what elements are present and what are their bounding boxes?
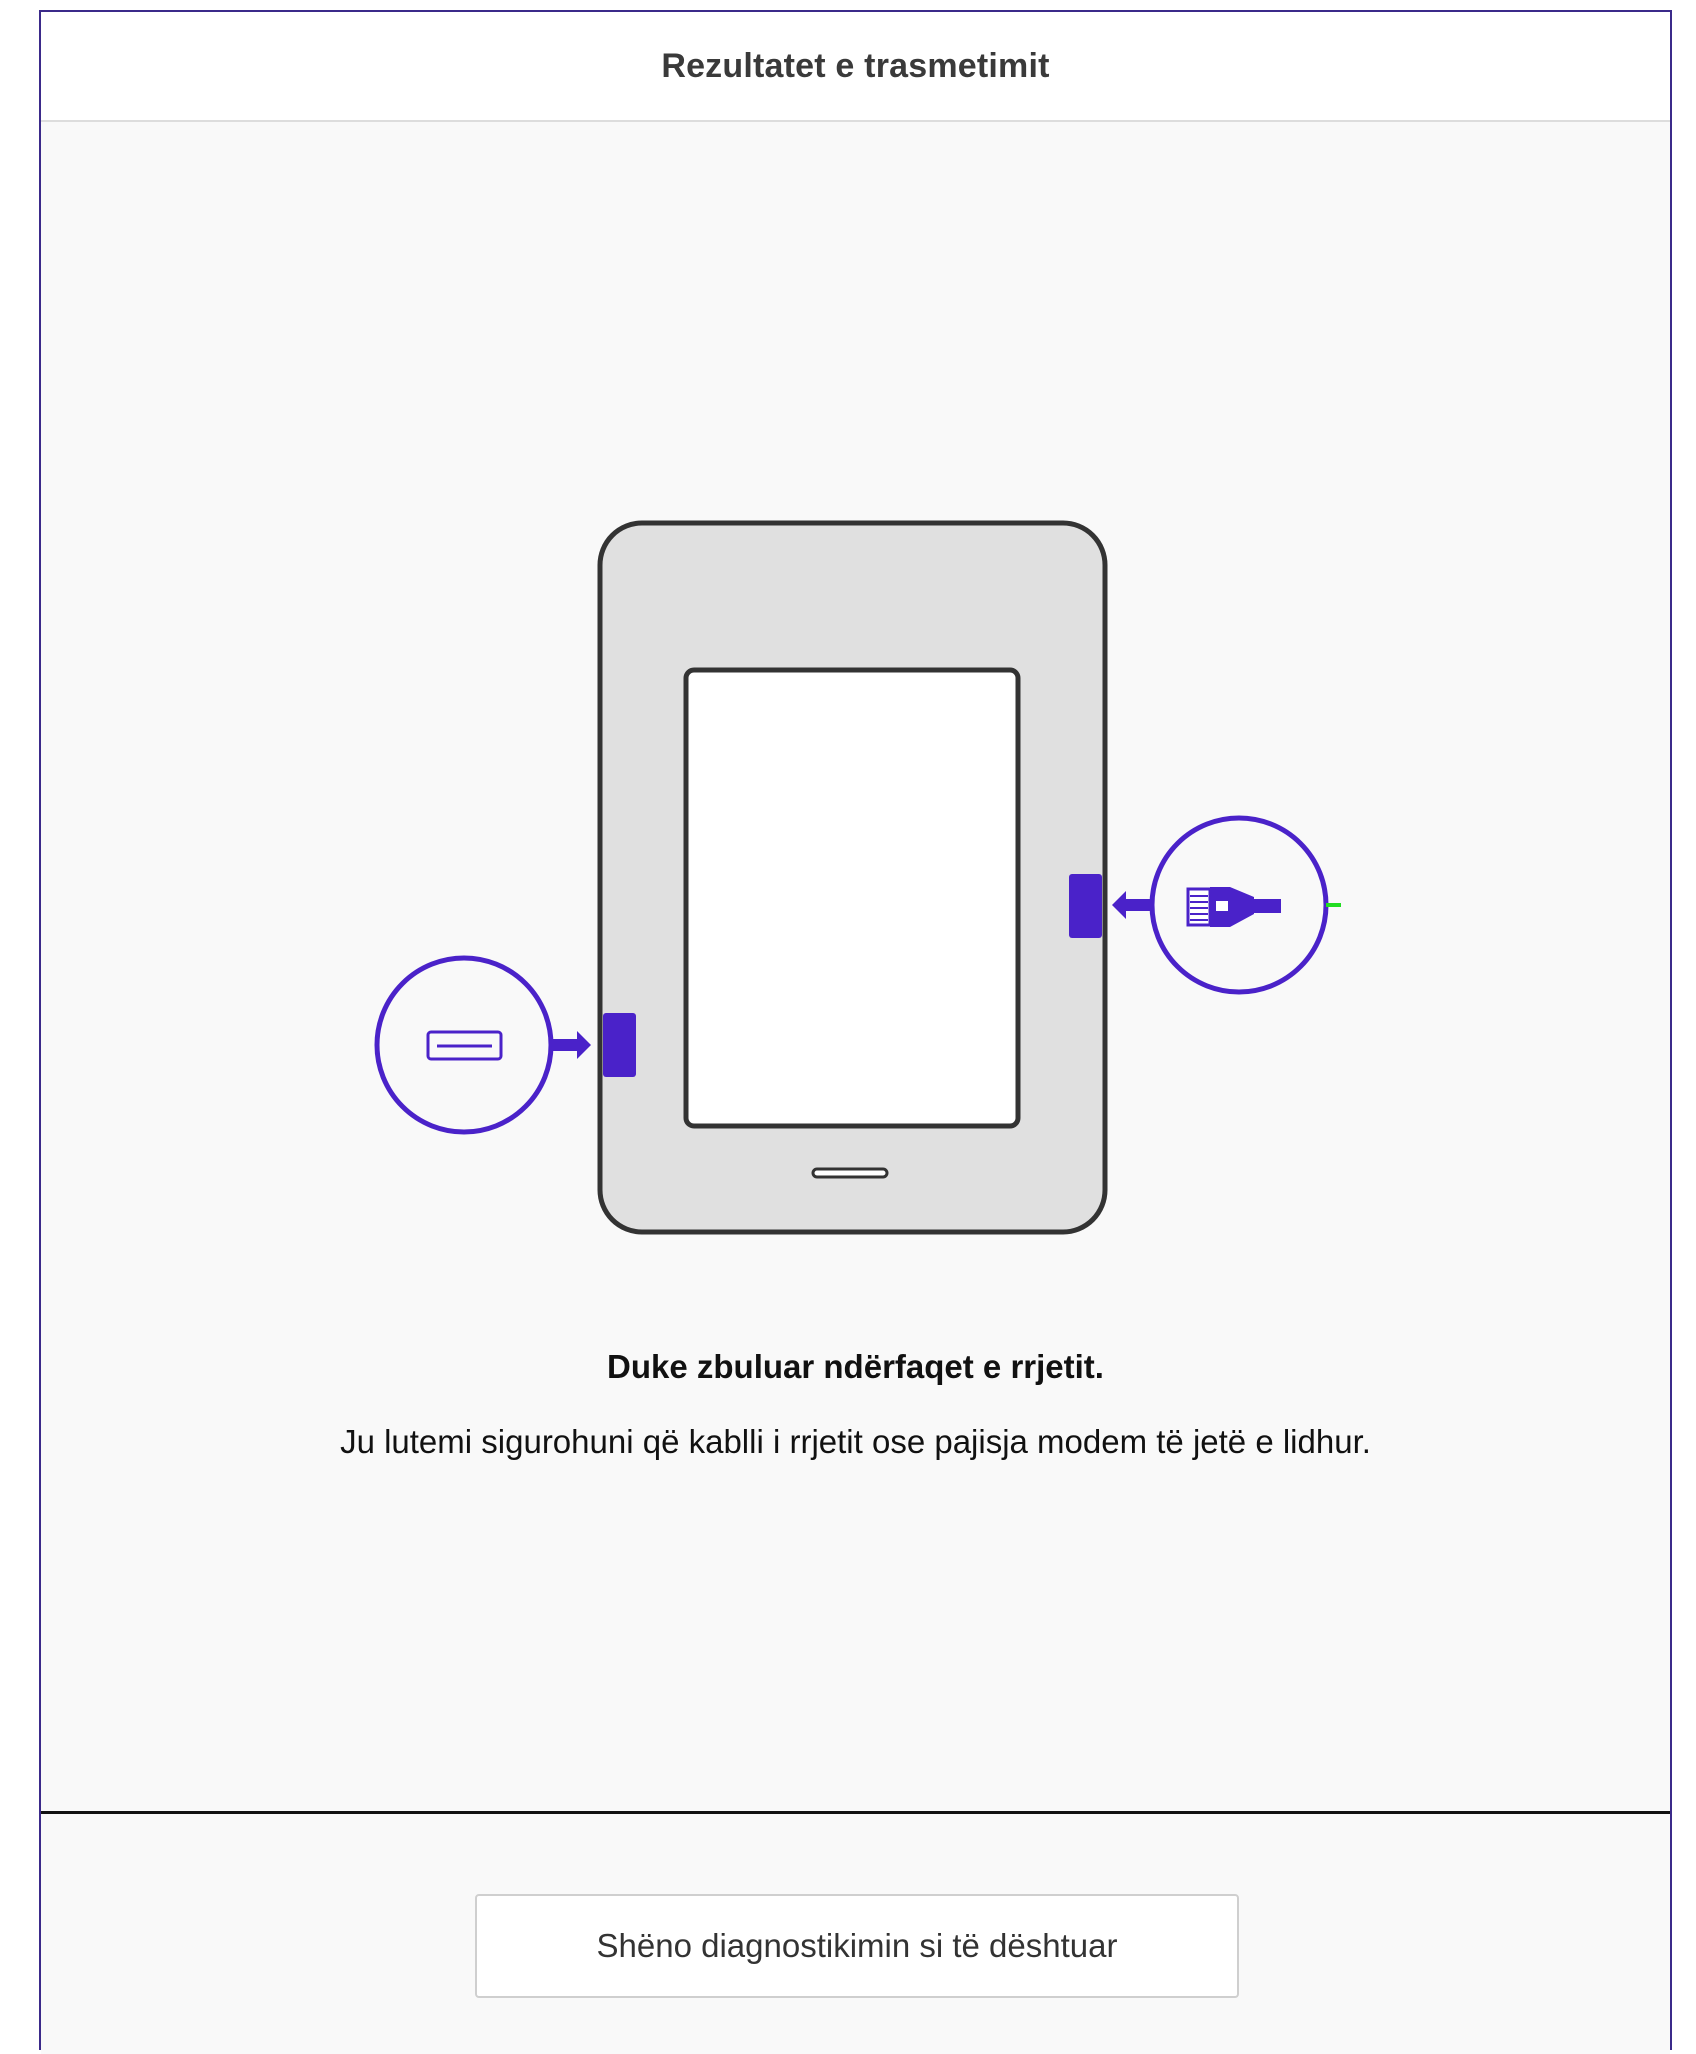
page-title: Rezultatet e trasmetimit (661, 46, 1050, 85)
tablet-icon (597, 520, 1108, 1235)
tablet-screen (683, 667, 1021, 1129)
ethernet-cable-icon (1069, 815, 1341, 995)
header-bar: Rezultatet e trasmetimit (41, 12, 1670, 122)
usb-port-icon (374, 955, 636, 1135)
network-illustration (374, 520, 1341, 1235)
mark-diagnostic-failed-button[interactable]: Shëno diagnostikimin si të dështuar (475, 1894, 1239, 1998)
status-message: Ju lutemi sigurohuni që kablli i rrjetit… (340, 1423, 1371, 1460)
status-heading: Duke zbuluar ndërfaqet e rrjetit. (607, 1348, 1104, 1385)
tablet-home-button (811, 1167, 889, 1179)
footer-bar: Shëno diagnostikimin si të dështuar (41, 1814, 1670, 2054)
app-window: Rezultatet e trasmetimit Duke zbuluar nd… (39, 10, 1672, 2054)
